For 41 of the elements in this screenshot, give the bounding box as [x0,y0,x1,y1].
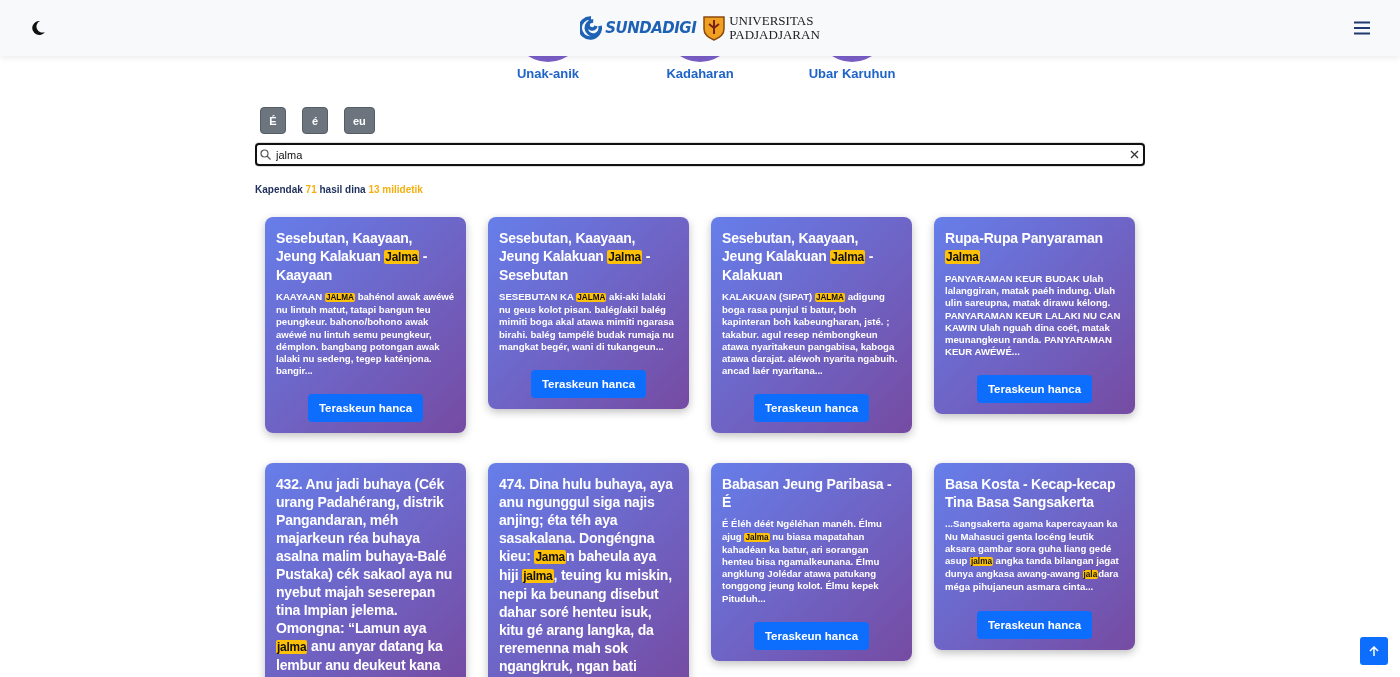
card-title: 432. Anu jadi buhaya (Cék urang Padahérang, distrik Pangandaran, méh majarkeun réa buhaya asalna malim buhaya-Balé Pustaka) cék sakaol aya nu nyebut majah seserepan tina Impian jelema. Omongna: “Lamun aya jalma anu anyar datang ka lembur anu deukeut kana [276,475,454,675]
read-more-button[interactable]: Teraskeun hanca [307,394,424,423]
card-title: Sesebutan, Kaayaan, Jeung Kalakuan Jalma - Kalakuan [722,229,875,284]
card-snippet: SESEBUTAN KA JALMA aki-aki lalaki nu geus kolot pisan. balég/akil balég mimiti boga akal atawa mimiti ngarasa birahi. balég tampélé budak rumaja nu mangkat begér, wani di tukangeun... [499,291,675,353]
card-snippet: PANYARAMAN KEUR BUDAK Ulah lalanggiran, matak paéh indung. Ulah ulin sareupna, matak dirawu kélong. PANYARAMAN KEUR LALAKI NU CAN KAWIN Ulah nguah dina coét, matak meunangkeun randa. PANYARAMAN KEUR AWÉWÉ... [945,273,1122,359]
card-snippet: KALAKUAN (SIPAT) JALMA adigung boga rasa punjul ti batur, boh kapinteran boh kabeungharan, jsté. ; takabur. agul resep némbongkeun atawa nyaritakeun pangabisa, kaboga atawa darajat. aléwoh nyarita ngabuih. ancad laér nyaritana... [722,291,899,378]
scroll-to-top-button[interactable] [1360,637,1388,665]
read-more-button[interactable]: Teraskeun hanca [976,375,1093,404]
card-title: 474. Dina hulu buhaya, aya anu ngunggul siga najis anjing; éta téh aya sasakalana. Dongéngna kieu: Jaman baheula aya hiji jalma, teuing ku miskin, nepi ka beunang disebut dahar soré henteu isuk, kitu gé arang langka, da reremenna mah sok ngangkruk, ngan bati [499,475,674,676]
university-name: PADJADJARAN [729,28,820,42]
category-link[interactable]: Unak-anik [516,66,580,81]
search-field[interactable]: jalma [255,143,1145,166]
read-more-button[interactable]: Teraskeun hanca [530,370,647,398]
menu-icon [1354,21,1370,35]
search-icon [260,149,271,160]
dark-mode-toggle[interactable] [30,20,46,36]
results-summary: Kapendak 71 hasil dina 13 milidetik [255,184,424,195]
read-more-button[interactable]: Teraskeun hanca [976,610,1093,639]
card-title: Sesebutan, Kaayaan, Jeung Kalakuan Jalma - Sesebutan [499,229,652,284]
moon-icon [30,20,46,36]
university-name: UNIVERSITAS [729,14,815,28]
letter-button[interactable]: eu [344,107,375,134]
letter-button[interactable]: É [260,107,286,134]
arrow-up-icon [1369,645,1379,657]
card-title: Sesebutan, Kaayaan, Jeung Kalakuan Jalma - Kaayaan [276,229,429,284]
category-link[interactable]: Kadaharan [666,66,734,81]
swirl-logo-icon [580,16,603,40]
close-icon[interactable] [1130,150,1139,159]
card-snippet: KAAYAAN JALMA bahénol awak awéwé nu lintuh matut, tatapi bangun teu peungkeur. bahono/bohono awak awéwé nu lintuh semu peungkeur, démplon. bangbang potongan awak lalaki nu sedeng, tegep katénjona. bangir... [276,291,455,378]
read-more-button[interactable]: Teraskeun hanca [753,394,870,423]
card-title: Babasan Jeung Paribasa - É [722,475,893,512]
card-title: Rupa-Rupa Panyaraman Jalma [945,229,1104,266]
card-title: Basa Kosta - Kecap-kecap Tina Basa Sangsakerta [945,475,1117,512]
category-link[interactable]: Ubar Karuhun [808,66,896,81]
brand-name: SUNDADIGI [605,19,697,37]
card-snippet: ...Sangsakerta agama kapercayaan ka Nu Mahasuci genta locéng leutik aksara gambar sora guha liang gedé asup jalma angka tanda bilangan jagat dunya angkasa awang-awang jaladara méga pihujaneun asmara cinta... [945,518,1120,594]
read-more-button[interactable]: Teraskeun hanca [753,621,870,650]
letter-button[interactable]: é [302,107,328,134]
menu-button[interactable] [1354,21,1370,35]
card-snippet: É Éléh déét Ngéléhan manéh. Élmu ajug Jalma nu biasa mapatahan kahadéan ka batur, ari sorangan henteu bisa ngamalkeunana. Élmu angklung Jolédar atawa patukang tonggong jeung kolot. Élmu kepek Pituduh... [722,518,883,605]
emblem-icon [702,15,727,41]
